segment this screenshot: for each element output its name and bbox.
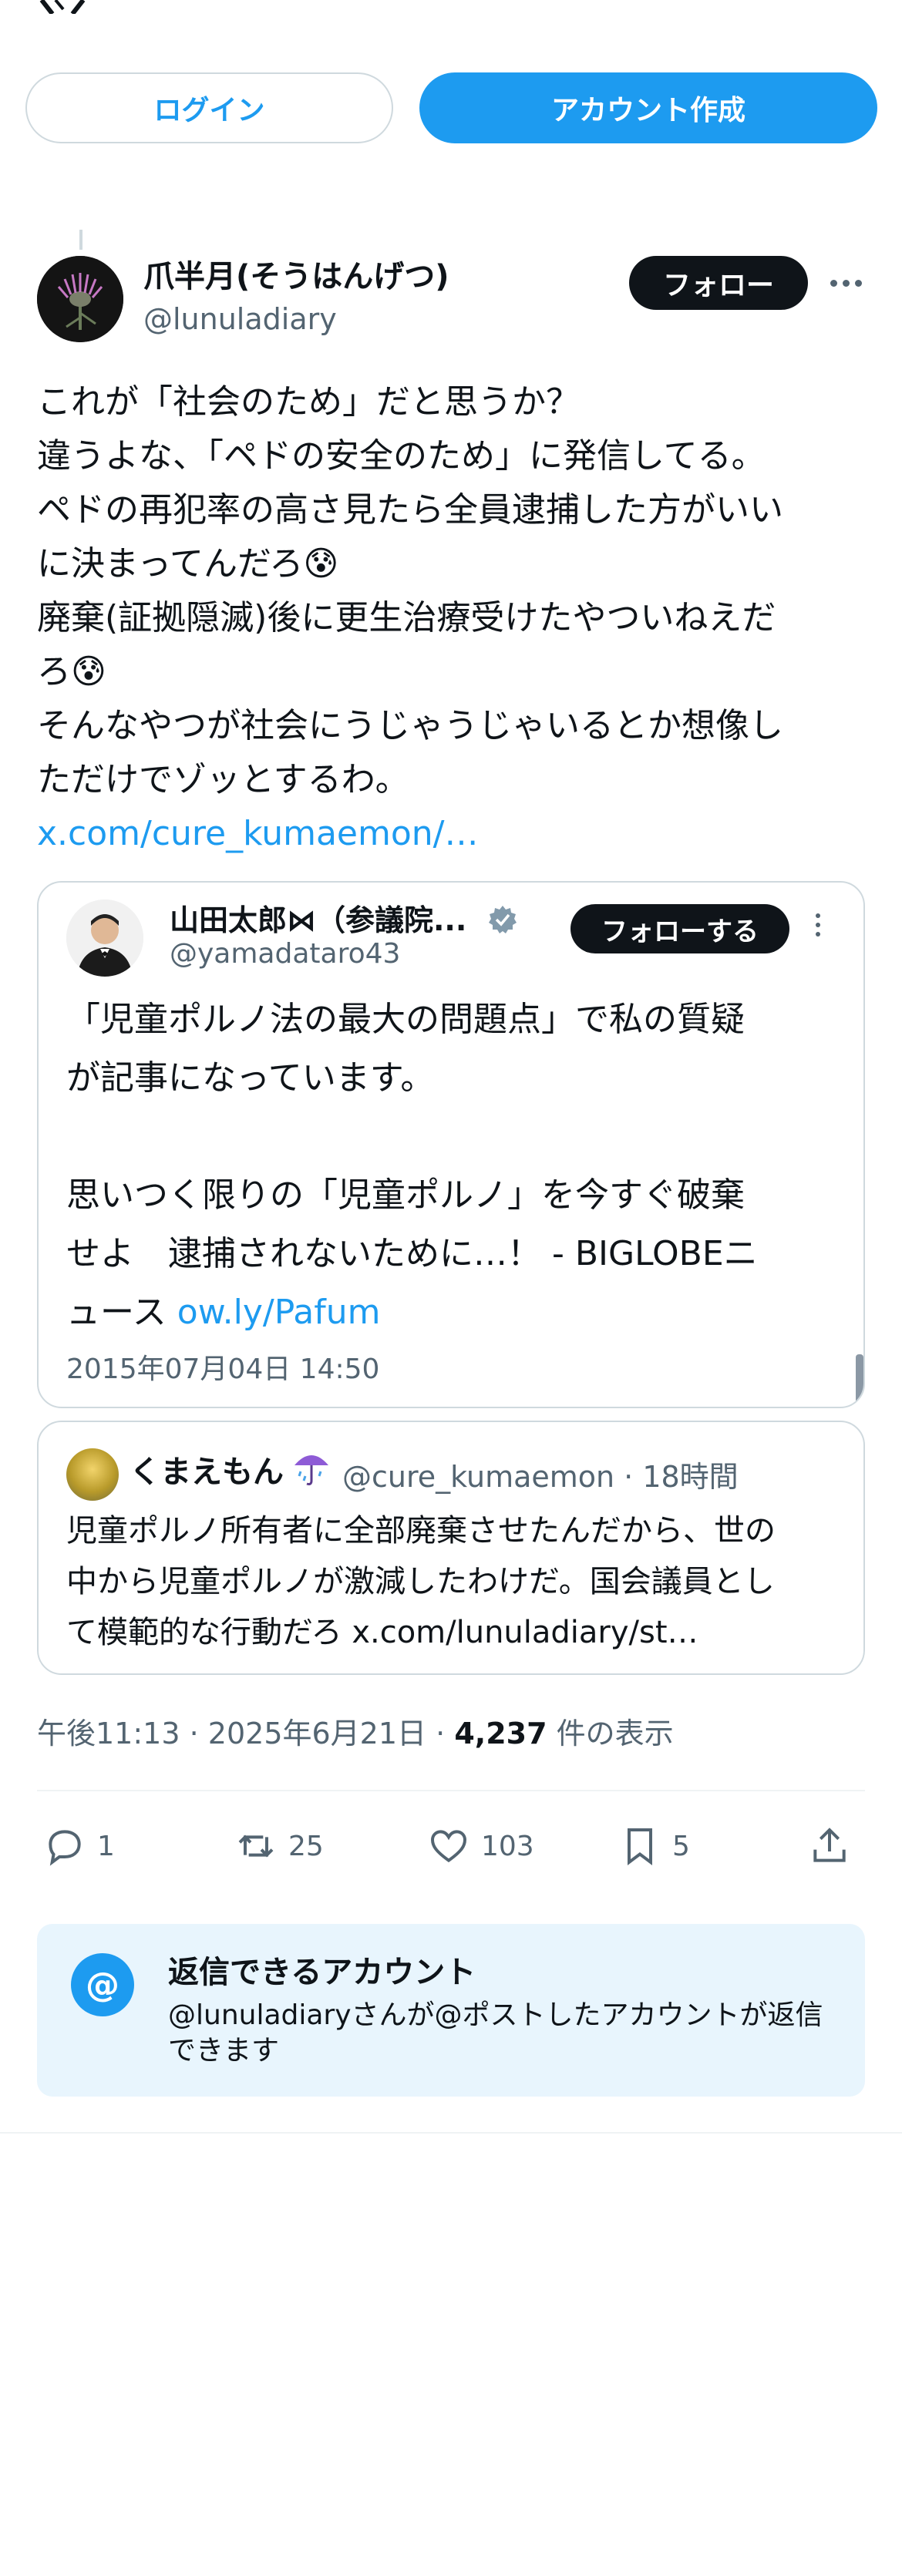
quoted-line: 児童ポルノ所有者に全部廃棄させたんだから、世の bbox=[66, 1513, 776, 1549]
notice-title: 返信できるアカウント bbox=[168, 1955, 476, 1990]
bookmark-icon bbox=[628, 1828, 652, 1865]
author-avatar[interactable] bbox=[37, 256, 123, 342]
umbrella-rain-icon bbox=[294, 1455, 328, 1485]
action-bar: 1 25 103 5 bbox=[37, 1819, 865, 1873]
embedded-line: が記事になっています。 bbox=[66, 1058, 435, 1098]
auth-buttons: ログイン アカウント作成 bbox=[25, 72, 877, 143]
embedded-timestamp: 2015年07月04日 14:50 bbox=[66, 1354, 380, 1385]
post-line: 違うよな、「ペドの安全のため」に発信してる。 bbox=[37, 436, 766, 476]
post-link[interactable]: x.com/cure_kumaemon/… bbox=[37, 807, 870, 861]
x-logo-icon[interactable] bbox=[37, 0, 88, 14]
share-icon bbox=[813, 1828, 846, 1862]
embedded-line: ュース ow.ly/Pafum bbox=[66, 1283, 845, 1342]
reply-count: 1 bbox=[97, 1830, 115, 1862]
post-line: ペドの再犯率の高さ見たら全員逮捕した方がいい bbox=[37, 490, 783, 530]
person-avatar-icon bbox=[66, 900, 143, 977]
reply-restriction-notice: @ 返信できるアカウント @lunuladiaryさんが@ポストしたアカウントが… bbox=[37, 1924, 865, 2097]
quoted-line: 中から児童ポルノが激減したわけだ。国会議員とし bbox=[66, 1564, 775, 1599]
post-time[interactable]: 午後11:13 bbox=[37, 1717, 180, 1750]
quoted-author-avatar[interactable] bbox=[66, 1448, 119, 1501]
heart-icon bbox=[431, 1830, 466, 1863]
quoted-line: て模範的な行動だろ x.com/lunuladiary/st… bbox=[66, 1615, 698, 1650]
share-button[interactable] bbox=[808, 1819, 851, 1873]
post-line: に決まってんだろ😰 bbox=[37, 544, 339, 583]
quoted-meta: @cure_kumaemon · 18時間 bbox=[342, 1460, 739, 1494]
embedded-scrollbar[interactable] bbox=[856, 1354, 863, 1404]
at-icon: @ bbox=[71, 1953, 134, 2016]
repost-icon bbox=[238, 1834, 274, 1858]
login-button[interactable]: ログイン bbox=[25, 72, 393, 143]
embedded-text: 「児童ポルノ法の最大の問題点」で私の質疑 が記事になっています。 思いつく限りの… bbox=[66, 990, 845, 1342]
author-name[interactable]: 爪半月(そうはんげつ) bbox=[143, 251, 449, 296]
signup-button[interactable]: アカウント作成 bbox=[419, 72, 877, 143]
post-line: 廃棄(証拠隠滅)後に更生治療受けたやついねえだ bbox=[37, 598, 776, 637]
bookmark-button[interactable]: 5 bbox=[618, 1819, 690, 1873]
divider bbox=[0, 2132, 902, 2134]
thistle-avatar-icon bbox=[37, 256, 123, 342]
quoted-tweet-card[interactable]: くまえもん @cure_kumaemon · 18時間 児童ポルノ所有者に全部廃… bbox=[37, 1421, 865, 1675]
embedded-more-icon[interactable] bbox=[813, 913, 823, 944]
verified-badge-icon bbox=[489, 906, 517, 933]
like-button[interactable]: 103 bbox=[427, 1819, 534, 1873]
meta-separator: · bbox=[436, 1717, 446, 1750]
embedded-author-avatar[interactable] bbox=[66, 900, 143, 977]
embedded-tweet-card[interactable]: 山田太郎⋈（参議院... @yamadataro43 フォローする 「児童ポルノ… bbox=[37, 881, 865, 1408]
repost-button[interactable]: 25 bbox=[234, 1819, 324, 1873]
repost-count: 25 bbox=[288, 1830, 324, 1862]
author-handle[interactable]: @lunuladiary bbox=[143, 302, 337, 336]
embedded-line: せよ 逮捕されないために…！ - BIGLOBEニ bbox=[66, 1234, 758, 1273]
tweet-page: ログイン アカウント作成 爪半月(そうはんげつ) @lunuladiary フォ… bbox=[0, 0, 902, 2576]
embedded-line: 思いつく限りの「児童ポルノ」を今すぐ破棄 bbox=[66, 1175, 745, 1215]
notice-text: @lunuladiaryさんが@ポストしたアカウントが返信できます bbox=[168, 1999, 823, 2067]
embedded-line-prefix: ュース bbox=[66, 1293, 177, 1332]
bookmark-count: 5 bbox=[672, 1830, 690, 1862]
views-count: 4,237 bbox=[454, 1717, 547, 1750]
post-meta: 午後11:13 · 2025年6月21日 · 4,237 件の表示 bbox=[37, 1710, 674, 1752]
embedded-line: 「児童ポルノ法の最大の問題点」で私の質疑 bbox=[66, 1000, 745, 1039]
embedded-link[interactable]: ow.ly/Pafum bbox=[177, 1293, 381, 1332]
divider bbox=[37, 1790, 865, 1791]
post-line: そんなやつが社会にうじゃうじゃいるとか想像し bbox=[37, 706, 783, 745]
embedded-follow-button[interactable]: フォローする bbox=[570, 904, 789, 953]
follow-button[interactable]: フォロー bbox=[629, 256, 808, 310]
reply-button[interactable]: 1 bbox=[43, 1819, 115, 1873]
post-line: ろ😰 bbox=[37, 652, 106, 691]
reply-icon bbox=[49, 1830, 81, 1866]
post-date[interactable]: 2025年6月21日 bbox=[208, 1717, 426, 1750]
views-label: 件の表示 bbox=[556, 1717, 674, 1750]
embedded-author-name[interactable]: 山田太郎⋈（参議院... bbox=[170, 896, 466, 939]
embedded-author-handle[interactable]: @yamadataro43 bbox=[170, 938, 400, 970]
post-text: これが「社会のため」だと思うか？ 違うよな、「ペドの安全のため」に発信してる。 … bbox=[37, 375, 870, 861]
post-line: これが「社会のため」だと思うか？ bbox=[37, 382, 580, 422]
quoted-text: 児童ポルノ所有者に全部廃棄させたんだから、世の 中から児童ポルノが激減したわけだ… bbox=[66, 1505, 845, 1658]
meta-separator: · bbox=[189, 1717, 199, 1750]
like-count: 103 bbox=[481, 1830, 534, 1862]
thread-connector bbox=[79, 230, 82, 250]
more-options-icon[interactable] bbox=[826, 271, 865, 294]
post-line: ただけでゾッとするわ。 bbox=[37, 760, 409, 799]
quoted-author-name[interactable]: くまえもん bbox=[130, 1447, 284, 1491]
